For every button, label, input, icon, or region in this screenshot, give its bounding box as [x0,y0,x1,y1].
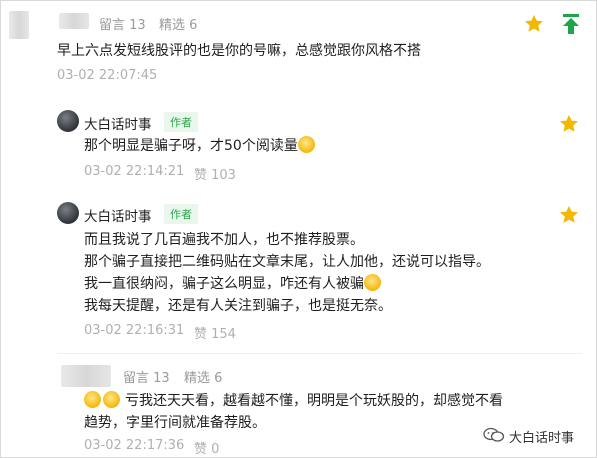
star-icon[interactable] [523,13,545,35]
reply-text-content: 那个明显是骗子呀，才50个阅读量 [84,138,298,154]
like-count[interactable]: 赞 0 [194,438,219,457]
crying-face-icon [103,391,120,408]
watermark-text: 大白话时事 [509,431,575,446]
divider [57,353,582,354]
comment-count: 留言 13 [123,371,170,386]
reply-line-content: 我一直很纳闷，骗子这么明显，咋还有人被骗 [84,276,364,292]
avatar[interactable] [9,11,29,39]
author-avatar[interactable] [57,110,79,132]
star-icon[interactable] [558,113,580,135]
comment-text: 早上六点发短线股评的也是你的号嘛，总感觉跟你风格不搭 [57,43,421,59]
reply-line: 那个骗子直接把二维码贴在文章末尾，让人加他，还说可以指导。 [84,254,490,270]
comment-time: 03-02 22:07:45 [57,68,158,83]
sleepy-face-icon [364,274,381,291]
reply-time: 03-02 22:14:21 [84,164,185,179]
wechat-icon [483,427,505,447]
sleepy-face-icon [297,136,315,153]
comment-line: 亏我还天天看，越看越不懂，明明是个玩妖股的，却感觉不看 [84,390,503,412]
reply-line: 而且我说了几百遍我不加人，也不推荐股票。 [84,232,364,248]
comment-count: 留言 13 [99,18,146,33]
comment-time: 03-02 22:17:36 [84,438,185,453]
author-badge: 作者 [164,112,198,132]
star-icon[interactable] [558,204,580,226]
reply-text: 那个明显是骗子呀，才50个阅读量 [84,135,315,157]
comment-panel: 留言 13 精选 6 早上六点发短线股评的也是你的号嘛，总感觉跟你风格不搭 03… [0,0,597,458]
reply-line: 我每天提醒，还是有人关注到骗子，也是挺无奈。 [84,298,392,314]
comment-line: 趋势，字里行间就准备荐股。 [84,415,266,431]
picked-count: 精选 6 [159,18,198,33]
author-name[interactable]: 大白话时事 [84,205,152,225]
comment-line-content: 亏我还天天看，越看越不懂，明明是个玩妖股的，却感觉不看 [125,393,503,409]
author-avatar[interactable] [57,202,79,224]
like-count[interactable]: 赞 154 [194,323,236,342]
picked-count: 精选 6 [184,371,223,386]
crying-face-icon [84,391,101,408]
like-count[interactable]: 赞 103 [194,164,236,183]
arrow-up-icon[interactable] [561,13,581,39]
username-blurred[interactable] [61,365,111,387]
reply-time: 03-02 22:16:31 [84,323,185,338]
author-badge: 作者 [164,204,198,224]
author-name[interactable]: 大白话时事 [84,113,152,133]
reply-line: 我一直很纳闷，骗子这么明显，咋还有人被骗 [84,273,381,295]
username-blurred [59,13,89,29]
